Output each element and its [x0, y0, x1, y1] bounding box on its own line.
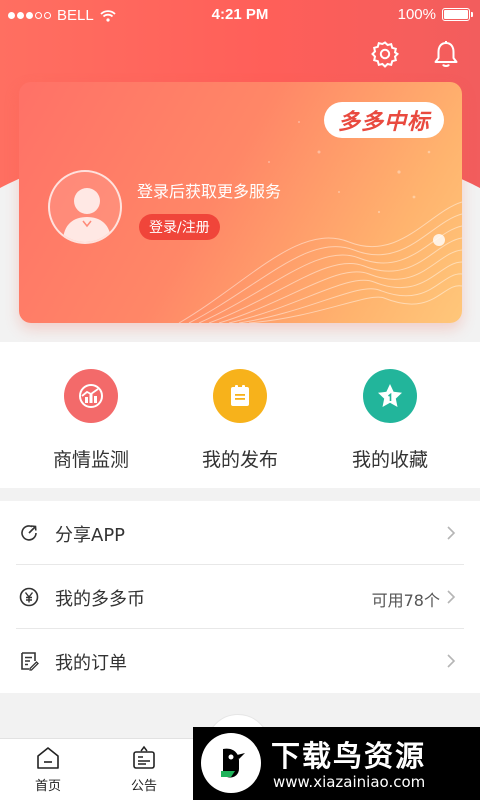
status-bar: BELL 4:21 PM 100% — [0, 0, 480, 30]
watermark-logo — [201, 733, 261, 793]
menu-item-share-app[interactable]: 分享APP — [0, 501, 480, 565]
tab-home[interactable]: 首页 — [18, 745, 78, 794]
watermark-banner: 下载鸟资源 www.xiazainiao.com — [193, 727, 480, 800]
watermark-title: 下载鸟资源 — [271, 739, 427, 773]
tab-label: 首页 — [34, 779, 61, 794]
brand-name: 多多中标 — [337, 109, 430, 134]
share-icon — [21, 525, 37, 541]
brand-logo: 多多中标 — [323, 102, 444, 138]
menu-item-label: 分享APP — [55, 525, 126, 546]
quick-action-market-monitor[interactable]: 商情监测 — [16, 369, 166, 472]
battery-icon — [442, 8, 473, 21]
chart-icon — [64, 369, 118, 423]
chevron-right-icon — [447, 526, 456, 540]
quick-actions: 商情监测 我的发布 我的收藏 — [0, 342, 480, 488]
watermark-url: www.xiazainiao.com — [273, 773, 426, 791]
announcement-icon — [133, 745, 155, 769]
login-hint: 登录后获取更多服务 — [137, 182, 282, 201]
yen-icon — [19, 587, 39, 607]
bell-icon — [434, 41, 458, 67]
login-register-button[interactable]: 登录/注册 — [139, 214, 220, 240]
menu-item-my-orders[interactable]: 我的订单 — [0, 629, 480, 693]
star-icon — [363, 369, 417, 423]
gear-icon — [371, 41, 399, 68]
notepad-icon — [213, 369, 267, 423]
quick-action-label: 我的发布 — [201, 449, 278, 471]
tab-announcements[interactable]: 公告 — [114, 745, 174, 794]
menu-item-label: 我的订单 — [55, 653, 127, 674]
chevron-right-icon — [447, 654, 456, 668]
menu-item-duoduo-coins[interactable]: 我的多多币 可用78个 — [0, 565, 480, 629]
quick-action-my-favorites[interactable]: 我的收藏 — [315, 369, 465, 472]
chevron-right-icon — [447, 590, 456, 604]
menu-item-value: 可用78个 — [371, 591, 440, 610]
quick-action-label: 我的收藏 — [351, 449, 428, 471]
menu-list: 分享APP 我的多多币 可用78个 我的订单 — [0, 501, 480, 693]
bird-icon — [221, 748, 245, 778]
battery-percent: 100% — [397, 6, 436, 23]
home-icon — [37, 747, 59, 769]
notification-button[interactable] — [430, 38, 462, 70]
settings-button[interactable] — [369, 38, 401, 70]
tab-label: 公告 — [130, 779, 157, 794]
profile-card: 多多中标 登录后获取更多服务 登录/注册 — [19, 82, 462, 323]
quick-action-my-posts[interactable]: 我的发布 — [165, 369, 315, 472]
order-icon — [21, 652, 39, 671]
avatar[interactable] — [48, 170, 122, 244]
menu-item-label: 我的多多币 — [55, 589, 145, 610]
quick-action-label: 商情监测 — [52, 449, 129, 471]
